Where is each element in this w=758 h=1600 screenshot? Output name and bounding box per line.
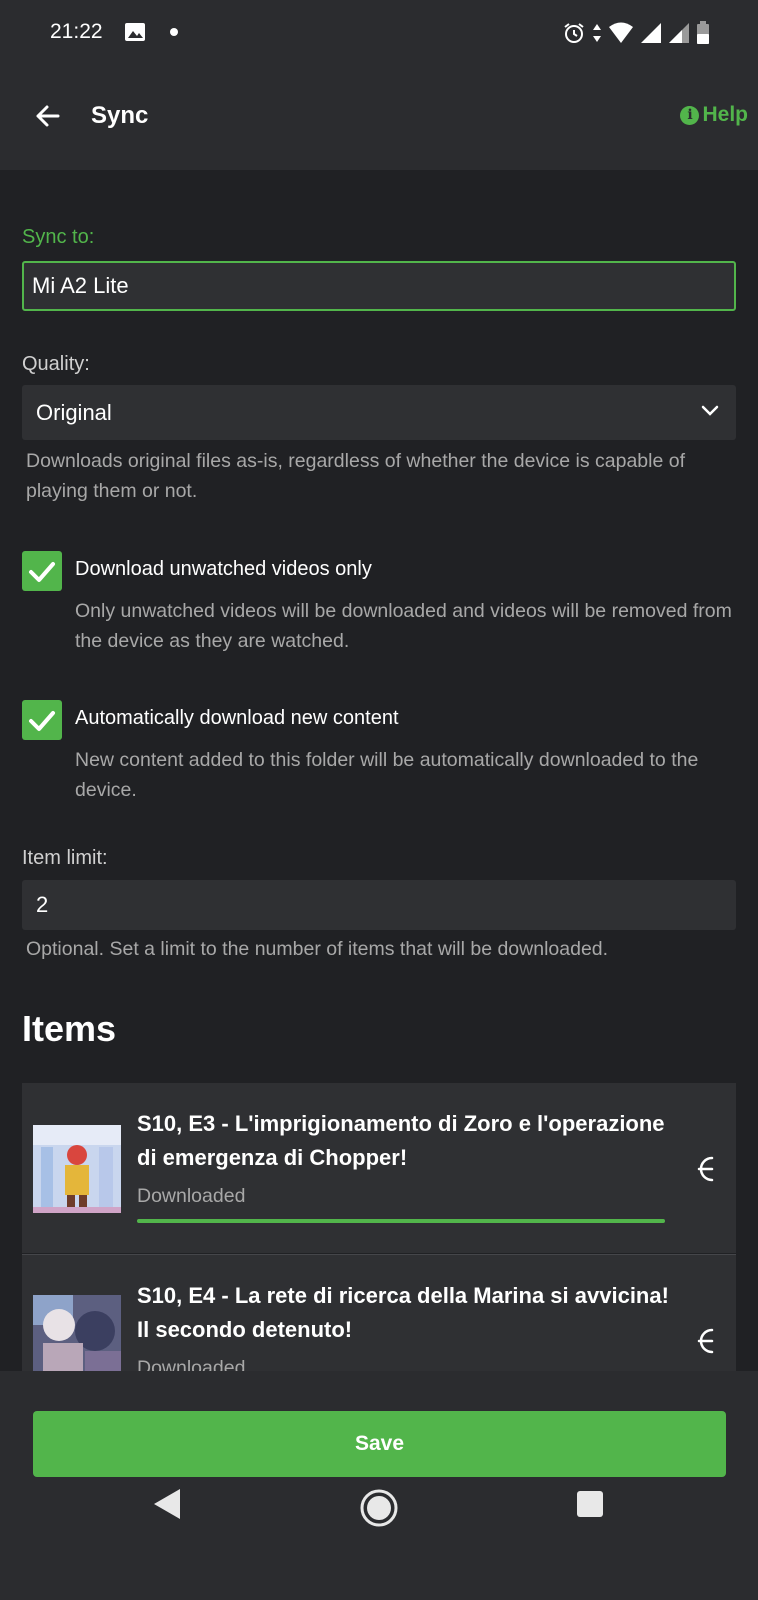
item-limit-description: Optional. Set a limit to the number of i…	[26, 938, 609, 960]
item-menu-icon[interactable]	[690, 1153, 718, 1185]
chevron-down-icon	[701, 405, 719, 416]
quality-select[interactable]: Original	[22, 385, 736, 440]
status-bar: 21:22	[0, 0, 758, 66]
auto-download-checkbox[interactable]	[22, 700, 62, 740]
help-label: Help	[702, 103, 748, 126]
items-list: S10, E3 - L'imprigionamento di Zoro e l'…	[22, 1083, 736, 1371]
episode-thumbnail	[33, 1125, 121, 1213]
quality-selected-value: Original	[36, 399, 112, 425]
page-title: Sync	[91, 102, 149, 129]
info-icon: i	[680, 105, 700, 125]
data-arrows-icon	[593, 24, 601, 42]
list-item[interactable]: S10, E3 - L'imprigionamento di Zoro e l'…	[22, 1083, 736, 1253]
item-title: S10, E3 - L'imprigionamento di Zoro e l'…	[137, 1111, 665, 1170]
notification-dot-icon	[170, 28, 178, 36]
list-item[interactable]: S10, E4 - La rete di ricerca della Marin…	[22, 1254, 736, 1371]
status-time: 21:22	[50, 20, 103, 43]
status-icons	[562, 18, 710, 48]
auto-download-description: New content added to this folder will be…	[75, 749, 699, 801]
download-progress-fill	[137, 1219, 665, 1223]
nav-recents-icon[interactable]	[577, 1491, 603, 1517]
quality-label: Quality:	[22, 353, 90, 375]
item-limit-input[interactable]: 2	[22, 880, 736, 930]
gallery-notification-icon	[125, 23, 145, 41]
quality-description: Downloads original files as-is, regardle…	[26, 450, 686, 502]
items-heading: Items	[22, 1008, 117, 1049]
back-arrow-icon[interactable]	[28, 96, 68, 136]
auto-download-label[interactable]: Automatically download new content	[75, 707, 399, 730]
download-progress-bar	[137, 1219, 665, 1223]
unwatched-label[interactable]: Download unwatched videos only	[75, 558, 372, 581]
save-button[interactable]: Save	[33, 1411, 726, 1477]
wifi-icon	[609, 22, 633, 43]
item-title: S10, E4 - La rete di ricerca della Marin…	[137, 1283, 669, 1342]
nav-home-icon[interactable]	[359, 1488, 399, 1528]
bottom-bar: Save	[0, 1371, 758, 1600]
sync-to-value: Mi A2 Lite	[32, 273, 129, 298]
help-button[interactable]: i Help	[680, 103, 748, 127]
item-status: Downloaded	[137, 1357, 246, 1371]
checkmark-icon	[29, 562, 55, 582]
checkmark-icon	[29, 711, 55, 731]
nav-back-icon[interactable]	[152, 1487, 182, 1521]
signal-icon-1	[641, 23, 661, 43]
episode-thumbnail	[33, 1295, 121, 1371]
item-limit-value: 2	[36, 892, 49, 917]
unwatched-description: Only unwatched videos will be downloaded…	[75, 600, 732, 652]
battery-icon	[697, 21, 709, 44]
item-status: Downloaded	[137, 1185, 246, 1207]
sync-to-label: Sync to:	[22, 226, 95, 248]
item-menu-icon[interactable]	[690, 1325, 718, 1357]
signal-icon-2	[669, 23, 689, 43]
sync-to-field[interactable]: Mi A2 Lite	[22, 261, 736, 311]
app-bar: Sync i Help	[0, 66, 758, 170]
unwatched-checkbox[interactable]	[22, 551, 62, 591]
item-limit-label: Item limit:	[22, 847, 108, 869]
alarm-icon	[564, 23, 584, 43]
